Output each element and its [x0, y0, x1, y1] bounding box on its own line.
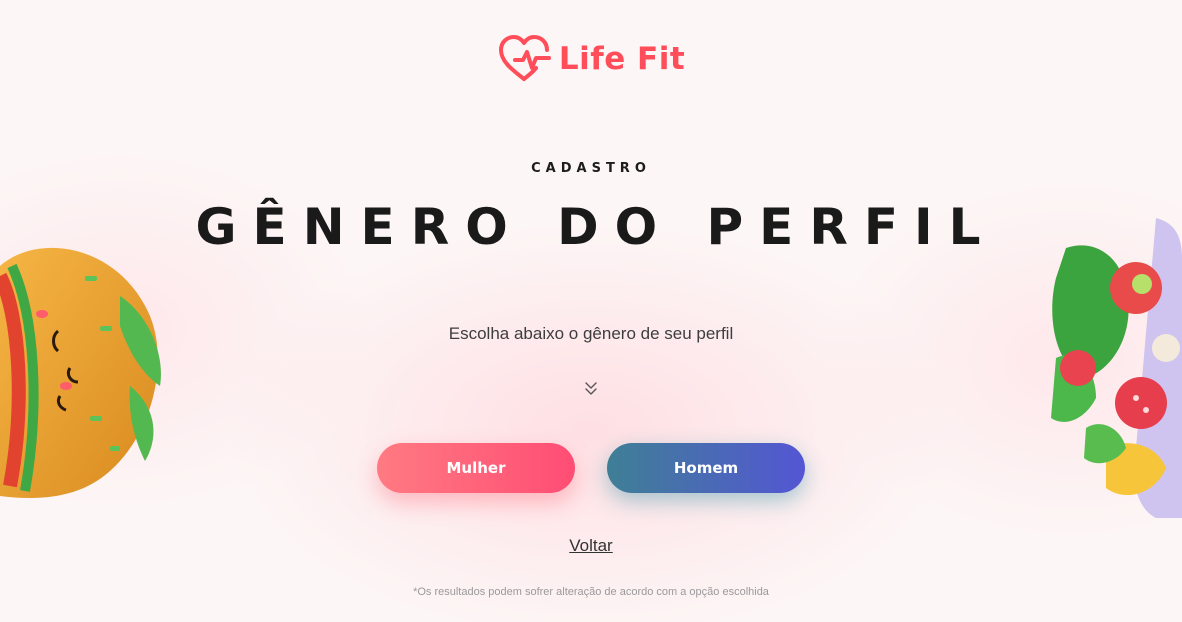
- male-option-button[interactable]: Homem: [607, 443, 805, 493]
- male-option-label: Homem: [673, 459, 739, 477]
- back-link-container: Voltar: [0, 536, 1182, 556]
- section-eyebrow: CADASTRO: [531, 161, 651, 176]
- burger-illustration: [0, 247, 161, 498]
- brand-name: Life Fit: [558, 41, 686, 77]
- disclaimer-footnote: *Os resultados podem sofrer alteração de…: [413, 586, 769, 598]
- heart-pulse-icon: [498, 35, 551, 81]
- brand-logo[interactable]: Life Fit: [0, 34, 1182, 84]
- salad-bowl-illustration: [1051, 218, 1182, 518]
- back-link[interactable]: Voltar: [569, 536, 612, 555]
- female-option-label: Mulher: [446, 459, 506, 477]
- instruction-text: Escolha abaixo o gênero de seu perfil: [448, 324, 734, 343]
- double-chevron-down-icon: [585, 382, 597, 395]
- page-title: GÊNERO DO PERFIL: [195, 198, 997, 256]
- female-option-button[interactable]: Mulher: [377, 443, 575, 493]
